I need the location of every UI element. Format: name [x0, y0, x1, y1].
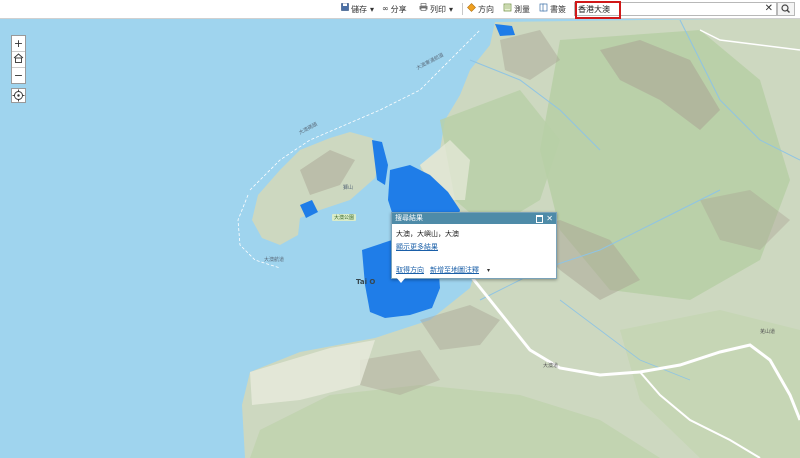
- print-label: 列印: [430, 4, 446, 14]
- park-label: 大澳公園: [332, 214, 357, 221]
- show-more-results-link[interactable]: 顯示更多結果: [396, 242, 438, 252]
- popup-result-text: 大澳，大嶼山，大澳: [396, 230, 459, 238]
- search-box: ✕: [574, 2, 777, 16]
- bookmark-icon: [539, 3, 548, 16]
- save-label: 儲存: [351, 4, 367, 14]
- toolbar-separator: [462, 3, 463, 15]
- zoom-control: + −: [11, 35, 26, 84]
- home-icon: [13, 53, 24, 66]
- bookmarks-button[interactable]: 書簽: [539, 3, 566, 15]
- search-result-popup: 搜尋結果 ✕ 大澳，大嶼山，大澳 顯示更多結果 取得方向 新增至地圖注釋 ▾: [391, 212, 557, 283]
- close-icon[interactable]: ✕: [546, 213, 553, 224]
- bookmarks-label: 書簽: [550, 4, 566, 14]
- add-to-map-notes-link[interactable]: 新增至地圖注釋: [430, 265, 479, 275]
- print-button[interactable]: 列印 ▾: [419, 3, 453, 15]
- popup-pointer: [396, 277, 406, 283]
- home-button[interactable]: [12, 52, 25, 68]
- popup-header: 搜尋結果 ✕: [392, 213, 556, 224]
- top-toolbar: 儲存 ▾ ∞ 分享 列印 ▾ 方向 測量 書簽 ✕: [0, 0, 800, 19]
- popup-footer: 取得方向 新增至地圖注釋 ▾: [396, 265, 490, 275]
- popup-title: 搜尋結果: [395, 214, 423, 222]
- share-label: 分享: [390, 4, 407, 14]
- road-label-tai-o-road: 大澳道: [543, 363, 559, 369]
- search-icon: [778, 4, 794, 17]
- share-button[interactable]: ∞ 分享: [382, 3, 407, 15]
- measure-button[interactable]: 測量: [503, 3, 530, 15]
- locate-button[interactable]: [11, 88, 26, 103]
- zoom-out-button[interactable]: −: [12, 68, 25, 83]
- get-directions-link[interactable]: 取得方向: [396, 265, 424, 275]
- maximize-icon[interactable]: [536, 215, 543, 223]
- peak-label: 獅山: [343, 185, 354, 191]
- save-button[interactable]: 儲存 ▾: [341, 3, 374, 15]
- channel-south-label: 大澳航道: [264, 257, 285, 263]
- directions-diamond-icon: [467, 2, 476, 16]
- measure-label: 測量: [514, 4, 530, 14]
- printer-icon: [419, 3, 428, 15]
- place-label-tai-o: Tai O: [356, 278, 376, 286]
- share-link-icon: ∞: [382, 4, 389, 13]
- print-dropdown-icon: ▾: [449, 4, 454, 14]
- close-icon[interactable]: ✕: [765, 3, 773, 15]
- chevron-down-icon[interactable]: ▾: [487, 267, 490, 274]
- floppy-disk-icon: [341, 3, 349, 15]
- locate-target-icon: [12, 89, 25, 104]
- search-input[interactable]: [578, 3, 758, 15]
- search-button[interactable]: [777, 2, 795, 16]
- directions-button[interactable]: 方向: [467, 2, 494, 16]
- measure-ruler-icon: [503, 3, 512, 16]
- save-dropdown-icon: ▾: [370, 4, 375, 14]
- directions-label: 方向: [478, 4, 494, 14]
- zoom-in-button[interactable]: +: [12, 36, 25, 52]
- popup-body: 大澳，大嶼山，大澳 顯示更多結果: [392, 224, 556, 252]
- road-label-east: 羌山道: [760, 329, 776, 335]
